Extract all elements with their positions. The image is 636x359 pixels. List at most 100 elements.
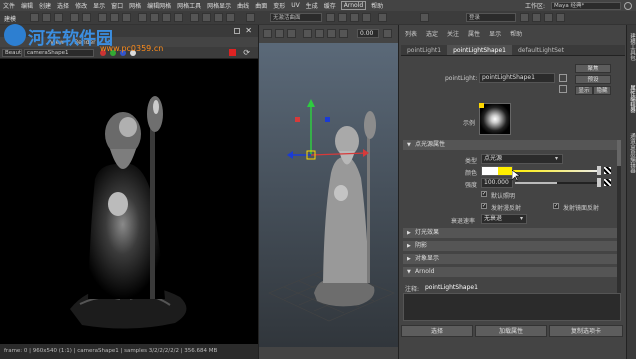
relative-transform-icon[interactable]	[362, 13, 371, 22]
ae-menu-focus[interactable]: 关注	[447, 29, 459, 39]
smooth-shade-icon[interactable]	[327, 29, 336, 38]
go-to-input-icon[interactable]	[559, 74, 567, 82]
section-arnold[interactable]: ▼ Arnold	[403, 267, 619, 277]
menu-display[interactable]: 显示	[90, 1, 108, 10]
menu-edit-mesh[interactable]: 编辑网格	[144, 1, 174, 10]
menu-help[interactable]: 帮助	[368, 1, 386, 10]
stop-render-icon[interactable]	[229, 49, 236, 56]
snap-view-icon[interactable]	[174, 13, 183, 22]
snap-curve-icon[interactable]	[150, 13, 159, 22]
side-tab-attribute-editor[interactable]: 属性编辑器	[628, 85, 636, 113]
isolate-select-icon[interactable]	[383, 29, 392, 38]
color-slider[interactable]	[513, 170, 599, 172]
copy-tab-button[interactable]: 复制选项卡	[549, 325, 623, 337]
settings-icon[interactable]	[624, 1, 632, 10]
workspace-dropdown[interactable]: Maya 经典*	[551, 1, 621, 10]
attribute-scrollbar[interactable]	[617, 140, 621, 308]
refresh-icon[interactable]: ⟳	[243, 48, 250, 57]
menu-deform[interactable]: 变形	[270, 1, 288, 10]
light-type-dropdown[interactable]: 点光源	[481, 154, 563, 164]
menu-mesh-tools[interactable]: 网格工具	[174, 1, 204, 10]
select-mode-icon[interactable]	[98, 13, 107, 22]
mode-selector[interactable]: 建模	[4, 14, 16, 23]
focus-button[interactable]: 聚焦	[575, 64, 611, 73]
image-plane-icon[interactable]	[287, 29, 296, 38]
menu-windows[interactable]: 窗口	[108, 1, 126, 10]
section-object-display[interactable]: ▶ 对象显示	[403, 254, 619, 264]
select-by-name-icon[interactable]	[378, 13, 387, 22]
lasso-icon[interactable]	[110, 13, 119, 22]
channel-box-icon[interactable]	[556, 13, 565, 22]
input-line-icon[interactable]	[326, 13, 335, 22]
ae-menu-help[interactable]: 帮助	[510, 29, 522, 39]
default-lighting-checkbox[interactable]: ✓	[481, 191, 487, 197]
ae-menu-selected[interactable]: 选定	[426, 29, 438, 39]
grid-icon[interactable]	[303, 29, 312, 38]
select-button[interactable]: 选择	[401, 325, 473, 337]
intensity-slider[interactable]	[515, 182, 599, 184]
show-button[interactable]: 显示	[575, 86, 593, 95]
menu-modify[interactable]: 修改	[72, 1, 90, 10]
bookmark-icon[interactable]	[275, 29, 284, 38]
intensity-field[interactable]: 100.000	[481, 178, 513, 188]
menu-cache[interactable]: 缓存	[321, 1, 339, 10]
rename-icon[interactable]	[338, 13, 347, 22]
emit-specular-checkbox[interactable]: ✓	[553, 203, 559, 209]
tab-defaultlightset[interactable]: defaultLightSet	[512, 45, 570, 55]
load-attributes-button[interactable]: 加载属性	[475, 325, 547, 337]
render-settings-icon[interactable]	[226, 13, 235, 22]
node-name-field[interactable]: pointLightShape1	[479, 73, 555, 83]
map-button-icon[interactable]	[604, 167, 611, 174]
side-tab-modeling-toolkit[interactable]: 建模工具包	[628, 33, 636, 61]
menu-mesh-display[interactable]: 网格显示	[204, 1, 234, 10]
color-slider-handle[interactable]	[597, 166, 601, 175]
side-tab-channel-box[interactable]: 通道盒/层编辑器	[628, 133, 636, 173]
menu-select[interactable]: 选择	[54, 1, 72, 10]
new-scene-icon[interactable]	[30, 13, 39, 22]
ae-menu-show[interactable]: 显示	[489, 29, 501, 39]
ae-menu-list[interactable]: 列表	[405, 29, 417, 39]
tab-pointlight1[interactable]: pointLight1	[401, 45, 447, 55]
section-point-light-attributes[interactable]: ▼ 点光源属性	[403, 140, 619, 150]
snap-grid-icon[interactable]	[138, 13, 147, 22]
ae-menu-attributes[interactable]: 属性	[468, 29, 480, 39]
attribute-editor-icon[interactable]	[532, 13, 541, 22]
section-light-effects[interactable]: ▶ 灯光效果	[403, 228, 619, 238]
menu-arnold[interactable]: Arnold	[340, 1, 367, 10]
redo-icon[interactable]	[82, 13, 91, 22]
ipr-render-icon[interactable]	[214, 13, 223, 22]
color-swatch[interactable]	[481, 166, 513, 176]
maximize-icon[interactable]	[234, 28, 240, 34]
menu-curves[interactable]: 曲线	[234, 1, 252, 10]
presets-button[interactable]: 预设	[575, 75, 611, 84]
paint-select-icon[interactable]	[122, 13, 131, 22]
menu-surfaces[interactable]: 曲面	[252, 1, 270, 10]
lighting-icon[interactable]	[339, 29, 348, 38]
save-scene-icon[interactable]	[54, 13, 63, 22]
emit-diffuse-checkbox[interactable]: ✓	[481, 203, 487, 209]
undo-icon[interactable]	[70, 13, 79, 22]
tool-settings-icon[interactable]	[544, 13, 553, 22]
render-frame-icon[interactable]	[202, 13, 211, 22]
section-shadows[interactable]: ▶ 阴影	[403, 241, 619, 251]
perspective-viewport[interactable]: 0.00	[258, 25, 399, 359]
intensity-map-icon[interactable]	[604, 179, 611, 186]
hypershade-icon[interactable]	[246, 13, 255, 22]
hide-button[interactable]: 隐藏	[593, 86, 611, 95]
menu-file[interactable]: 文件	[0, 1, 18, 10]
close-icon[interactable]: ✕	[245, 26, 252, 35]
menu-create[interactable]: 创建	[36, 1, 54, 10]
login-dropdown[interactable]: 登录	[466, 13, 516, 22]
absolute-transform-icon[interactable]	[350, 13, 359, 22]
open-scene-icon[interactable]	[42, 13, 51, 22]
object-field[interactable]: 无激活曲面	[270, 13, 322, 22]
menu-uv[interactable]: UV	[288, 2, 303, 9]
go-to-output-icon[interactable]	[559, 85, 567, 93]
wireframe-icon[interactable]	[315, 29, 324, 38]
construction-history-icon[interactable]	[190, 13, 199, 22]
snap-point-icon[interactable]	[162, 13, 171, 22]
scrollbar-thumb[interactable]	[617, 140, 621, 166]
menu-generate[interactable]: 生成	[303, 1, 321, 10]
camera-attrs-icon[interactable]	[263, 29, 272, 38]
sign-in-icon[interactable]	[420, 13, 429, 22]
